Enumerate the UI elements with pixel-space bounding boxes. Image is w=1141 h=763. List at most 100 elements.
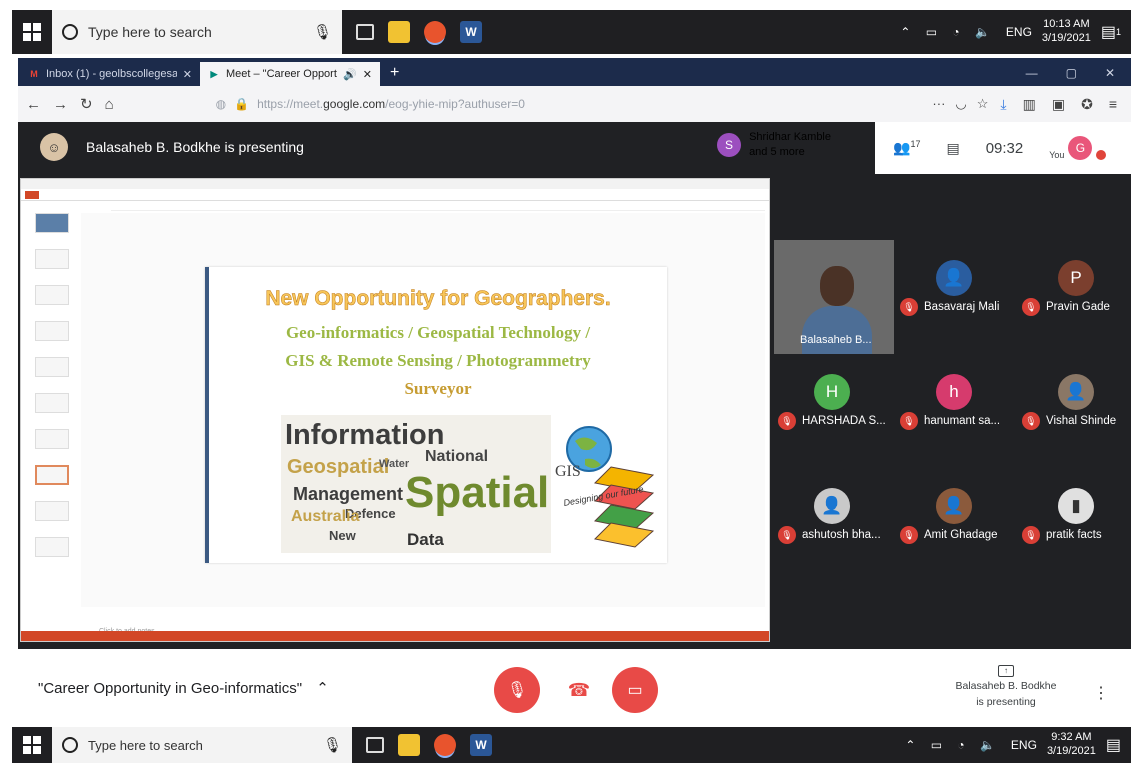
taskbar-search-placeholder: Type here to search: [88, 737, 203, 753]
library-icon[interactable]: ▥: [1023, 96, 1036, 113]
extension-icon[interactable]: ✪: [1081, 96, 1093, 113]
home-icon[interactable]: ⌂: [105, 96, 114, 113]
bookmark-star-icon[interactable]: ☆: [977, 96, 989, 112]
start-button[interactable]: [12, 727, 52, 763]
taskbar-search-box[interactable]: Type here to search 🎙: [52, 727, 352, 763]
url-domain: google.com: [323, 97, 386, 111]
participant-tile[interactable]: P 🎙 Pravin Gade: [1018, 240, 1134, 350]
participant-name: hanumant sa...: [924, 415, 1001, 427]
lock-icon: 🔒: [234, 97, 250, 111]
participant-count: 17: [910, 139, 921, 150]
forward-icon[interactable]: →: [53, 96, 68, 113]
start-button[interactable]: [12, 10, 52, 54]
tab-gmail[interactable]: M Inbox (1) - geolbscollegesatar ✕: [20, 62, 200, 86]
tab-meet-label: Meet – "Career Opportunit: [226, 68, 337, 80]
participant-name: Balasaheb B...: [800, 334, 872, 346]
slide-line-3: Surveyor: [404, 379, 472, 398]
cloud-word: Geospatial: [287, 456, 390, 478]
cloud-word: Information: [285, 419, 445, 451]
taskbar-clock[interactable]: 10:13 AM 3/19/2021: [1042, 18, 1091, 46]
cloud-word: National: [425, 448, 489, 465]
pocket-icon[interactable]: ◡: [955, 96, 966, 112]
leave-call-button[interactable]: ☎: [556, 667, 602, 713]
participant-tile[interactable]: h 🎙 hanumant sa...: [896, 354, 1012, 464]
meet-stage: ☺ Balasaheb B. Bodkhe is presenting S Sh…: [18, 122, 1131, 649]
reload-icon[interactable]: ↻: [80, 95, 93, 113]
menu-icon[interactable]: ≡: [1109, 96, 1117, 113]
firefox-icon[interactable]: [434, 734, 456, 756]
system-tray-icons[interactable]: ⌃ ▭ ◔ 🔈: [905, 738, 1001, 752]
meeting-details-button[interactable]: "Career Opportunity in Geo-informatics" …: [38, 679, 329, 697]
ppt-file-tab: [25, 190, 39, 199]
address-bar[interactable]: ◍ 🔒 https://meet.google.com/eog-yhie-mip…: [216, 97, 921, 111]
others-line2: and 5 more: [749, 145, 805, 158]
page-actions-icon[interactable]: ···: [932, 96, 945, 112]
participant-tile[interactable]: Balasaheb B...: [774, 240, 894, 354]
close-icon[interactable]: ✕: [363, 68, 372, 81]
video-figure-face: [820, 266, 854, 306]
sidebar-icon[interactable]: ▣: [1052, 96, 1065, 113]
meet-toolbar: 👥17 ▤ 09:32 You G: [875, 122, 1131, 174]
gmail-icon: M: [30, 69, 38, 79]
chat-icon[interactable]: ▤: [946, 140, 959, 157]
task-view-icon[interactable]: [356, 24, 374, 40]
clock-date: 3/19/2021: [1041, 32, 1091, 44]
taskbar-clock[interactable]: 9:32 AM 3/19/2021: [1047, 731, 1096, 759]
participant-avatar: 👤: [936, 260, 972, 296]
system-tray-icons[interactable]: ⌃ ▭ ◔ 🔈: [900, 25, 996, 39]
participant-tile[interactable]: 👤 🎙 Basavaraj Mali: [896, 240, 1012, 350]
participant-tile[interactable]: 👤 🎙 Vishal Shinde: [1018, 354, 1134, 464]
back-icon[interactable]: ←: [26, 96, 41, 113]
others-line1: Shridhar Kamble: [749, 131, 831, 143]
camera-toggle-button[interactable]: ▭: [612, 667, 658, 713]
notification-icon[interactable]: ▤: [1101, 22, 1116, 42]
microphone-icon[interactable]: 🎙: [313, 23, 332, 41]
chevron-up-icon: ⌃: [316, 680, 329, 697]
self-view[interactable]: You G: [1049, 136, 1107, 160]
word-icon[interactable]: W: [460, 21, 482, 43]
tab-meet[interactable]: ▶ Meet – "Career Opportunit 🔊 ✕: [200, 62, 380, 86]
window-close-icon[interactable]: ✕: [1105, 66, 1115, 80]
shared-powerpoint-window: Click to add notes New Opportunity for G…: [20, 178, 770, 642]
slide-line-2: GIS & Remote Sensing / Photogrammetry: [285, 351, 591, 370]
participant-tile[interactable]: ▮ 🎙 pratik facts: [1018, 468, 1134, 578]
close-icon[interactable]: ✕: [183, 68, 192, 81]
file-explorer-icon[interactable]: [398, 734, 420, 756]
notification-icon[interactable]: ▤: [1106, 735, 1121, 755]
mic-off-icon: 🎙: [778, 526, 796, 544]
language-indicator[interactable]: ENG: [1006, 25, 1032, 39]
tab-gmail-label: Inbox (1) - geolbscollegesatar: [46, 68, 177, 80]
file-explorer-icon[interactable]: [388, 21, 410, 43]
people-button[interactable]: 👥17: [893, 139, 920, 157]
other-participants-indicator[interactable]: S Shridhar Kamble and 5 more: [717, 130, 831, 160]
browser-navigation-bar: ← → ↻ ⌂ ◍ 🔒 https://meet.google.com/eog-…: [18, 86, 1131, 122]
download-icon[interactable]: ⤓: [1000, 96, 1006, 113]
ppt-title-bar: [21, 179, 769, 189]
speaker-icon[interactable]: 🔊: [343, 68, 357, 81]
microphone-icon[interactable]: 🎙: [323, 736, 342, 754]
slide-thumbnail-selected: [35, 465, 69, 485]
participant-tile[interactable]: H 🎙 HARSHADA S...: [774, 354, 890, 464]
meet-controls-bar: "Career Opportunity in Geo-informatics" …: [18, 649, 1131, 727]
language-indicator[interactable]: ENG: [1011, 738, 1037, 752]
mic-off-icon: 🎙: [900, 526, 918, 544]
windows-logo-icon: [23, 23, 41, 41]
microphone-toggle-button[interactable]: 🎙: [494, 667, 540, 713]
new-tab-button[interactable]: +: [380, 64, 409, 86]
ppt-ruler: [111, 203, 765, 211]
participant-tile[interactable]: 👤 🎙 ashutosh bha...: [774, 468, 890, 578]
mic-off-icon: 🎙: [900, 412, 918, 430]
participant-tile[interactable]: 👤 🎙 Amit Ghadage: [896, 468, 1012, 578]
taskbar-search-box[interactable]: Type here to search 🎙: [52, 10, 342, 54]
present-now-button[interactable]: ↑ Balasaheb B. Bodkhe is presenting: [951, 663, 1061, 711]
windows-logo-icon: [23, 736, 41, 754]
task-view-icon[interactable]: [366, 737, 384, 753]
slide-thumbnail: [35, 321, 69, 341]
maximize-icon[interactable]: ▢: [1066, 66, 1077, 80]
minimize-icon[interactable]: —: [1026, 66, 1038, 80]
firefox-icon[interactable]: [424, 21, 446, 43]
word-icon[interactable]: W: [470, 734, 492, 756]
more-options-icon[interactable]: ⋮: [1093, 683, 1109, 703]
notification-count: 1: [1115, 27, 1121, 37]
presenting-text: Balasaheb B. Bodkhe is presenting: [86, 139, 304, 155]
